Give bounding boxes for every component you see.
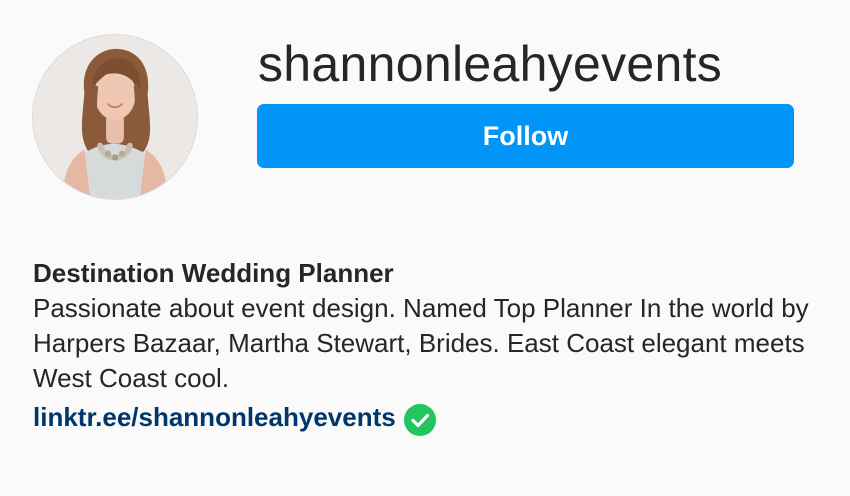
follow-button[interactable]: Follow — [257, 104, 794, 168]
profile-bio: Destination Wedding Planner Passionate a… — [33, 256, 823, 436]
avatar[interactable] — [32, 34, 198, 200]
profile-photo-image — [33, 35, 197, 199]
profile-username: shannonleahyevents — [258, 36, 723, 92]
bio-text: Passionate about event design. Named Top… — [33, 293, 809, 393]
bio-link-row: linktr.ee/shannonleahyevents — [33, 398, 823, 436]
verified-check-icon — [403, 404, 436, 436]
bio-link[interactable]: linktr.ee/shannonleahyevents — [33, 400, 396, 435]
bio-title: Destination Wedding Planner — [33, 258, 394, 288]
